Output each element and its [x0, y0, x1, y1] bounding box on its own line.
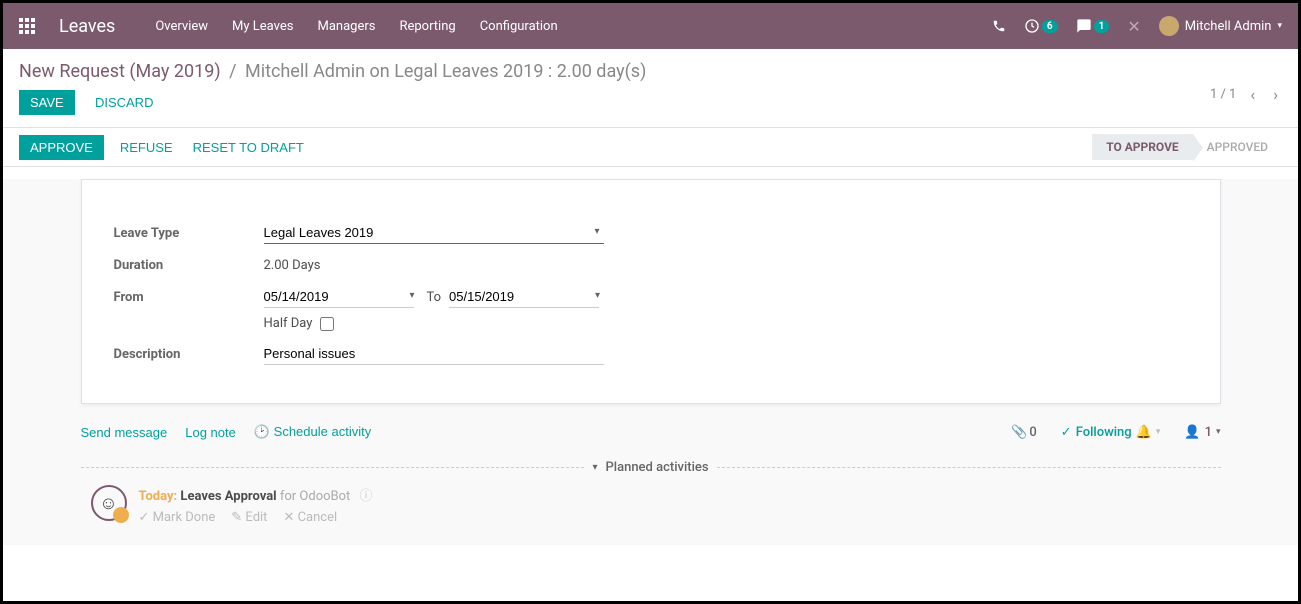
label-half-day: Half Day: [264, 316, 313, 331]
activity-icon[interactable]: 6: [1024, 18, 1058, 34]
discuss-icon[interactable]: 1: [1076, 18, 1110, 34]
save-button[interactable]: SAVE: [19, 90, 75, 115]
log-note-button[interactable]: Log note: [185, 424, 236, 440]
phone-icon[interactable]: [992, 19, 1006, 33]
leave-type-input[interactable]: [264, 222, 604, 244]
app-brand[interactable]: Leaves: [59, 16, 115, 37]
pager-prev-icon[interactable]: ‹: [1246, 85, 1259, 104]
nav-right: 6 1 ✕ Mitchell Admin ▾: [992, 16, 1282, 36]
close-icon[interactable]: ✕: [1127, 17, 1140, 36]
reset-to-draft-button[interactable]: RESET TO DRAFT: [183, 135, 314, 160]
activity-title: Leaves Approval: [180, 489, 276, 504]
edit-activity-button[interactable]: ✎ Edit: [231, 510, 267, 525]
pager: 1 / 1 ‹ ›: [1210, 85, 1282, 104]
check-icon: ✓: [1061, 425, 1072, 440]
label-to: To: [427, 290, 442, 305]
caret-down-icon: ▾: [592, 462, 597, 473]
status-stages: TO APPROVE APPROVED: [1092, 134, 1282, 160]
activity-face-icon: ☺: [91, 485, 127, 521]
label-duration: Duration: [114, 258, 264, 273]
form-sheet: Leave Type Duration 2.00 Days From To Ha…: [81, 179, 1221, 404]
breadcrumb-separator: /: [229, 61, 236, 82]
label-description: Description: [114, 347, 264, 362]
label-leave-type: Leave Type: [114, 226, 264, 241]
breadcrumb: New Request (May 2019) / Mitchell Admin …: [19, 61, 646, 82]
approve-button[interactable]: APPROVE: [19, 135, 104, 160]
stage-to-approve[interactable]: TO APPROVE: [1092, 134, 1192, 160]
nav-overview[interactable]: Overview: [155, 19, 208, 34]
nav-managers[interactable]: Managers: [317, 19, 375, 34]
form-background: Leave Type Duration 2.00 Days From To Ha…: [3, 179, 1298, 545]
planned-activities-header[interactable]: ▾ Planned activities: [81, 460, 1221, 475]
pager-next-icon[interactable]: ›: [1269, 85, 1282, 104]
chevron-down-icon: ▾: [1277, 21, 1282, 31]
breadcrumb-parent[interactable]: New Request (May 2019): [19, 61, 221, 82]
discuss-badge: 1: [1094, 20, 1110, 33]
label-from: From: [114, 290, 264, 305]
activity-sub-icon: [113, 507, 129, 523]
half-day-checkbox[interactable]: [320, 317, 334, 331]
chevron-down-icon: ▾: [1216, 427, 1221, 437]
avatar: [1159, 16, 1179, 36]
nav-my-leaves[interactable]: My Leaves: [232, 19, 293, 34]
to-date-input[interactable]: [449, 286, 599, 308]
activity-item: ☺ Today: Leaves Approval for OdooBot ⓘ ✓…: [81, 485, 1221, 525]
mark-done-button[interactable]: ✓ Mark Done: [139, 510, 216, 525]
followers-button[interactable]: 👤 1 ▾: [1184, 425, 1220, 440]
clock-icon: 🕑: [254, 424, 270, 439]
user-name: Mitchell Admin: [1185, 19, 1272, 34]
nav-reporting[interactable]: Reporting: [399, 19, 455, 34]
chevron-down-icon: ▾: [1156, 427, 1161, 437]
cancel-activity-button[interactable]: ✕ Cancel: [283, 510, 337, 525]
schedule-activity-button[interactable]: 🕑 Schedule activity: [254, 424, 371, 440]
refuse-button[interactable]: REFUSE: [110, 135, 183, 160]
chatter: Send message Log note 🕑 Schedule activit…: [81, 414, 1221, 545]
pager-text: 1 / 1: [1210, 87, 1236, 102]
top-navbar: Leaves Overview My Leaves Managers Repor…: [3, 3, 1298, 49]
apps-icon[interactable]: [19, 18, 35, 34]
info-icon[interactable]: ⓘ: [360, 489, 373, 504]
activity-for: for OdooBot: [280, 489, 350, 504]
user-menu[interactable]: Mitchell Admin ▾: [1159, 16, 1282, 36]
following-button[interactable]: ✓ Following 🔔 ▾: [1061, 425, 1161, 440]
activity-today: Today:: [139, 489, 178, 504]
duration-value: 2.00 Days: [264, 255, 604, 276]
send-message-button[interactable]: Send message: [81, 424, 168, 440]
nav-configuration[interactable]: Configuration: [480, 19, 558, 34]
discard-button[interactable]: DISCARD: [84, 90, 165, 115]
breadcrumb-current: Mitchell Admin on Legal Leaves 2019 : 2.…: [245, 61, 646, 82]
control-bar: New Request (May 2019) / Mitchell Admin …: [3, 49, 1298, 127]
activity-badge: 6: [1042, 20, 1058, 33]
status-bar: APPROVE REFUSE RESET TO DRAFT TO APPROVE…: [3, 127, 1298, 167]
user-icon: 👤: [1184, 425, 1200, 440]
bell-icon: 🔔: [1136, 425, 1152, 440]
description-input[interactable]: [264, 343, 604, 365]
attachments-button[interactable]: 📎 0: [1011, 425, 1037, 440]
from-date-input[interactable]: [264, 286, 414, 308]
stage-approved[interactable]: APPROVED: [1193, 134, 1282, 160]
nav-links: Overview My Leaves Managers Reporting Co…: [155, 19, 557, 34]
paperclip-icon: 📎: [1011, 425, 1027, 440]
